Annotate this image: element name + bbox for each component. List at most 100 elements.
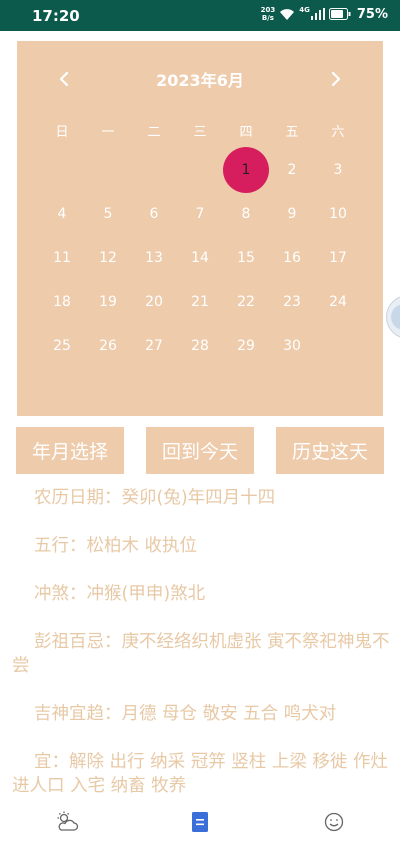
calendar-icon	[192, 812, 208, 832]
calendar-day[interactable]: 10	[315, 192, 361, 236]
year-month-select-button[interactable]: 年月选择	[16, 427, 124, 474]
smiley-icon	[324, 812, 344, 832]
network-type: 4G	[299, 6, 310, 14]
calendar-day[interactable]: 28	[177, 324, 223, 368]
calendar-day-number: 28	[191, 338, 209, 354]
calendar-day[interactable]: 3	[315, 148, 361, 192]
calendar-day-number: 7	[195, 206, 205, 222]
nav-weather[interactable]	[53, 808, 81, 836]
calendar-day[interactable]: 14	[177, 236, 223, 280]
almanac-info: 农历日期：癸卯(兔)年四月十四 五行：松柏木 收执位 冲煞：冲猴(甲申)煞北 彭…	[0, 486, 400, 798]
calendar-day[interactable]: 29	[223, 324, 269, 368]
calendar-day[interactable]: 6	[131, 192, 177, 236]
history-today-button[interactable]: 历史这天	[276, 427, 384, 474]
calendar: 2023年6月 日 一 二 三 四 五 六 1 2 3 4 5 6 7 8 9 10 11 12 13 1…	[17, 41, 383, 416]
calendar-day[interactable]: 12	[85, 236, 131, 280]
wifi-icon	[280, 8, 295, 20]
calendar-day-number: 26	[99, 338, 117, 354]
calendar-day-number: 24	[329, 294, 347, 310]
chevron-right-icon	[331, 71, 341, 87]
calendar-day-number: 13	[145, 250, 163, 266]
calendar-week-row: 18 19 20 21 22 23 24	[17, 280, 383, 324]
calendar-day[interactable]: 16	[269, 236, 315, 280]
calendar-day-number: 8	[241, 206, 251, 222]
weekday-label: 日	[55, 124, 69, 140]
assistant-icon	[391, 304, 400, 330]
calendar-day-number: 19	[99, 294, 117, 310]
calendar-day[interactable]: 20	[131, 280, 177, 324]
calendar-day[interactable]: 23	[269, 280, 315, 324]
weekday-label: 二	[147, 124, 161, 140]
nav-calendar[interactable]	[186, 808, 214, 836]
floating-assistant-button[interactable]	[386, 295, 400, 339]
battery-icon	[328, 8, 351, 20]
calendar-day[interactable]: 7	[177, 192, 223, 236]
calendar-day-number: 10	[329, 206, 347, 222]
weekday-header: 日 一 二 三 四 五 六	[17, 119, 383, 141]
calendar-day-number: 4	[57, 206, 67, 222]
calendar-day[interactable]: 18	[39, 280, 85, 324]
calendar-day[interactable]: 11	[39, 236, 85, 280]
weekday-label: 四	[239, 124, 253, 140]
calendar-day[interactable]: 8	[223, 192, 269, 236]
calendar-grid: 日 一 二 三 四 五 六 1 2 3 4 5 6 7 8 9 10 11 12 13 14 15 16 17 1…	[17, 119, 383, 368]
calendar-empty-cell	[85, 148, 131, 192]
five-elements: 五行：松柏木 收执位	[34, 536, 198, 556]
calendar-empty-cell	[177, 148, 223, 192]
next-month-button[interactable]	[326, 67, 346, 91]
battery-level: 75%	[356, 6, 388, 22]
calendar-day[interactable]: 22	[223, 280, 269, 324]
calendar-day-number: 20	[145, 294, 163, 310]
calendar-day[interactable]: 2	[269, 148, 315, 192]
calendar-day[interactable]: 21	[177, 280, 223, 324]
calendar-day[interactable]: 5	[85, 192, 131, 236]
network-speed-value: 203	[260, 6, 276, 14]
pengzu-taboos: 彭祖百忌：庚不经络织机虚张 寅不祭祀神鬼不尝	[12, 632, 390, 676]
weekday-label: 一	[101, 124, 115, 140]
calendar-day-number: 17	[329, 250, 347, 266]
calendar-empty-cell	[39, 148, 85, 192]
calendar-day-number: 15	[237, 250, 255, 266]
calendar-day-number: 6	[149, 206, 159, 222]
weather-icon	[57, 811, 79, 831]
network-speed-unit: B/s	[261, 14, 274, 22]
calendar-day[interactable]: 30	[269, 324, 315, 368]
calendar-day-number: 3	[333, 162, 343, 178]
calendar-day-number: 22	[237, 294, 255, 310]
calendar-day[interactable]: 19	[85, 280, 131, 324]
calendar-week-row: 4 5 6 7 8 9 10	[17, 192, 383, 236]
calendar-day-number: 23	[283, 294, 301, 310]
calendar-day-number: 5	[103, 206, 113, 222]
calendar-day[interactable]: 27	[131, 324, 177, 368]
calendar-weeks: 1 2 3 4 5 6 7 8 9 10 11 12 13 14 15 16 17 18 19 20 21 22 23 24 2…	[17, 147, 383, 368]
calendar-day-number: 21	[191, 294, 209, 310]
calendar-day-selected[interactable]: 1	[223, 147, 269, 193]
calendar-day[interactable]: 15	[223, 236, 269, 280]
action-buttons: 年月选择 回到今天 历史这天	[16, 427, 384, 474]
calendar-day[interactable]: 9	[269, 192, 315, 236]
weekday-label: 五	[285, 124, 299, 140]
back-to-today-button[interactable]: 回到今天	[146, 427, 254, 474]
calendar-day[interactable]: 25	[39, 324, 85, 368]
calendar-day-number: 9	[287, 206, 297, 222]
calendar-day-number: 12	[99, 250, 117, 266]
nav-profile[interactable]	[320, 808, 348, 836]
calendar-week-row: 25 26 27 28 29 30	[17, 324, 383, 368]
calendar-day-number: 25	[53, 338, 71, 354]
status-bar: 17:20 203 B/s 4G 75%	[0, 0, 400, 31]
calendar-empty-cell	[131, 148, 177, 192]
calendar-day[interactable]: 24	[315, 280, 361, 324]
calendar-day[interactable]: 13	[131, 236, 177, 280]
calendar-day-number: 18	[53, 294, 71, 310]
calendar-day[interactable]: 26	[85, 324, 131, 368]
calendar-week-row: 11 12 13 14 15 16 17	[17, 236, 383, 280]
lunar-date: 农历日期：癸卯(兔)年四月十四	[34, 488, 276, 508]
calendar-day[interactable]: 17	[315, 236, 361, 280]
status-time: 17:20	[32, 7, 80, 25]
calendar-day-number: 29	[237, 338, 255, 354]
calendar-day-number: 14	[191, 250, 209, 266]
calendar-week-row: 1 2 3	[17, 147, 383, 193]
calendar-day-number: 30	[283, 338, 301, 354]
calendar-day[interactable]: 4	[39, 192, 85, 236]
bottom-navigation	[0, 798, 400, 842]
